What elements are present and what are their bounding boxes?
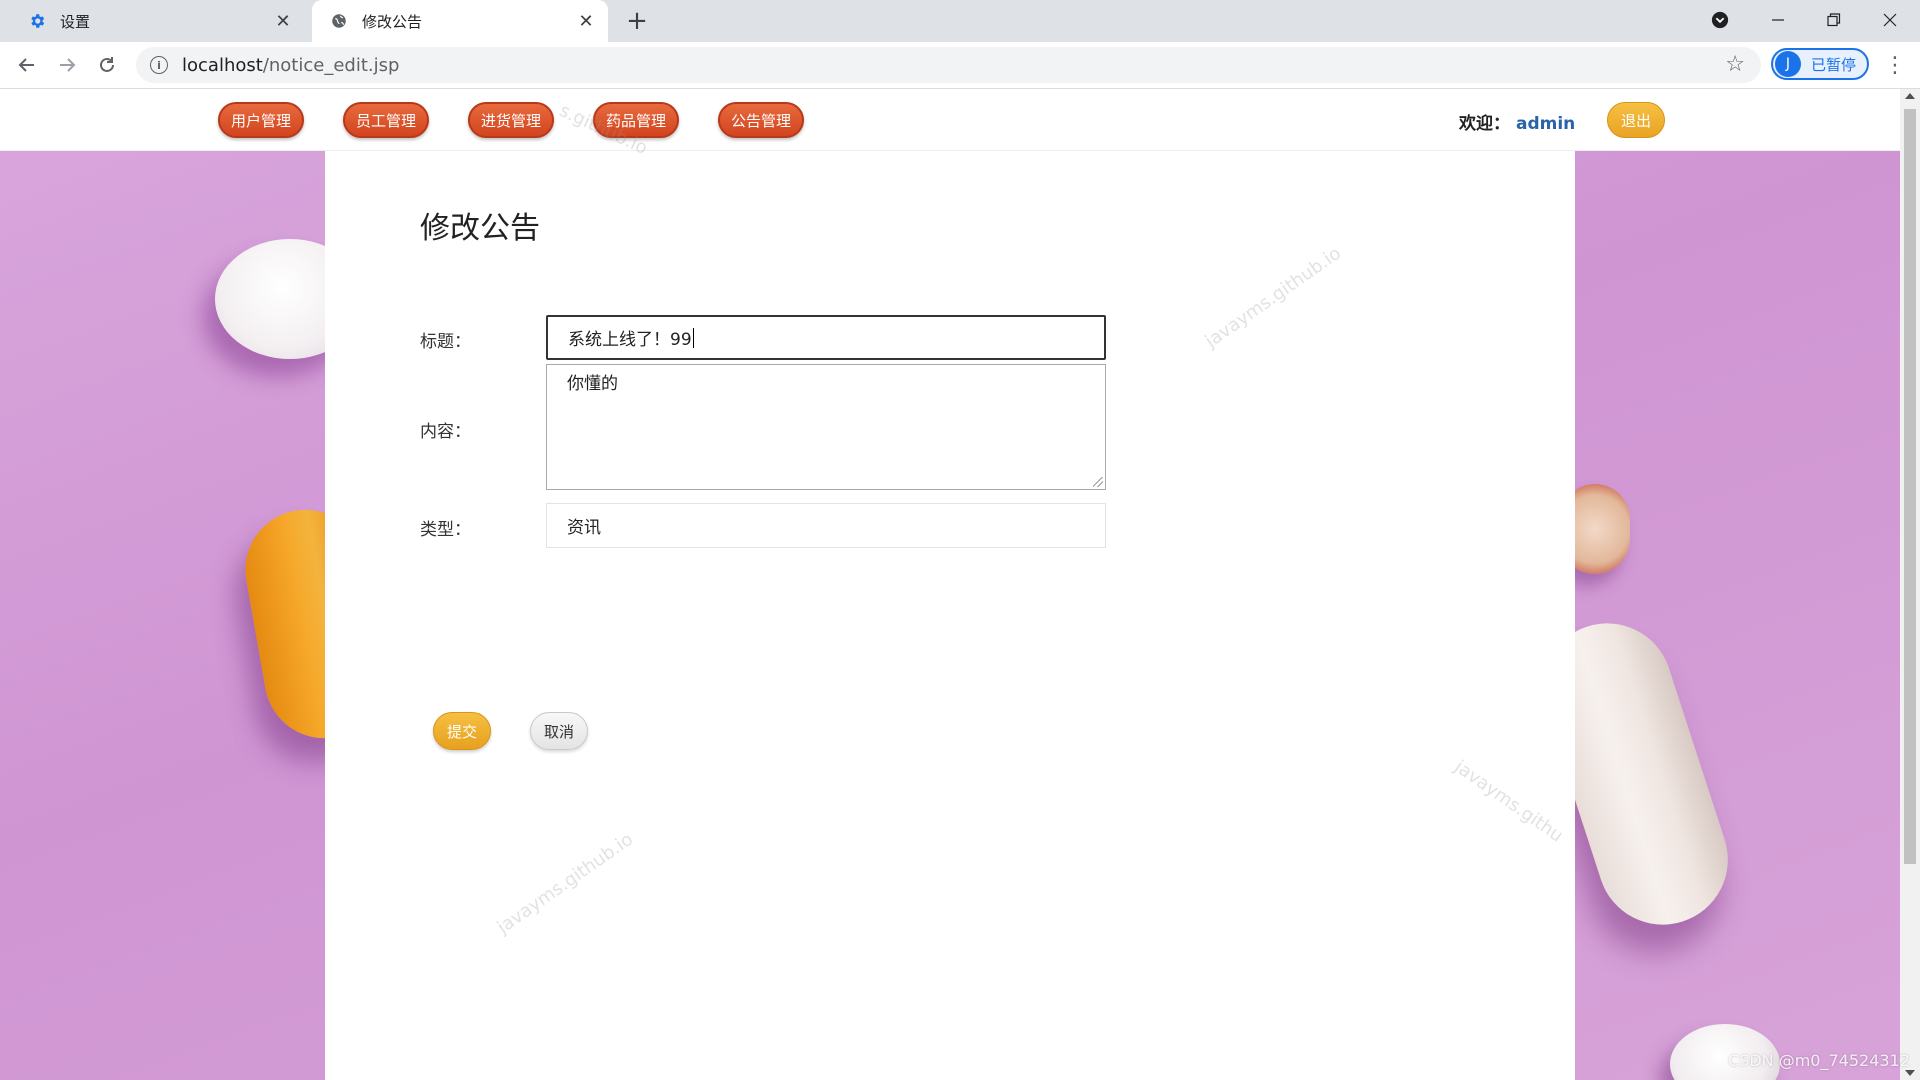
type-label: 类型： <box>420 520 471 540</box>
url-text: localhost/notice_edit.jsp <box>182 55 399 76</box>
tab-search-icon[interactable] <box>1700 4 1740 36</box>
gear-icon <box>26 10 48 32</box>
scroll-up-icon[interactable] <box>1905 93 1915 99</box>
resize-handle-icon[interactable] <box>1093 477 1103 487</box>
back-icon[interactable] <box>11 49 43 81</box>
tab-strip: 设置 ✕ 修改公告 ✕ + <box>0 0 1920 42</box>
submit-button[interactable]: 提交 <box>433 712 491 750</box>
reload-icon[interactable] <box>91 49 123 81</box>
more-menu-icon[interactable]: ⋮ <box>1880 50 1910 80</box>
close-tab-icon[interactable]: ✕ <box>574 9 598 33</box>
content-value: 你懂的 <box>567 374 618 394</box>
tab-notice-edit[interactable]: 修改公告 ✕ <box>312 0 608 42</box>
nav-notice-management-button[interactable]: 公告管理 <box>718 102 804 138</box>
restore-icon[interactable] <box>1814 4 1854 36</box>
close-tab-icon[interactable]: ✕ <box>271 9 295 33</box>
page-title: 修改公告 <box>420 211 540 246</box>
title-input[interactable]: 系统上线了！99 <box>546 315 1106 360</box>
address-bar[interactable]: i localhost/notice_edit.jsp ☆ <box>136 47 1761 83</box>
site-nav: 用户管理 员工管理 进货管理 药品管理 公告管理 s.github.io 欢迎：… <box>0 89 1900 159</box>
site-info-icon[interactable]: i <box>150 56 168 74</box>
nav-staff-management-button[interactable]: 员工管理 <box>343 102 429 138</box>
page-viewport: 修改公告 标题： 系统上线了！99 内容： 你懂的 类型： 资讯 提交 取消 j… <box>0 89 1900 1080</box>
url-path: /notice_edit.jsp <box>262 54 400 76</box>
nav-purchase-management-button[interactable]: 进货管理 <box>468 102 554 138</box>
content-panel: 修改公告 标题： 系统上线了！99 内容： 你懂的 类型： 资讯 提交 取消 j… <box>325 151 1575 1080</box>
text-caret <box>692 327 694 348</box>
tab-label: 修改公告 <box>362 12 423 31</box>
title-value: 系统上线了！99 <box>568 330 692 350</box>
title-label: 标题： <box>420 332 471 352</box>
avatar: J <box>1775 51 1801 77</box>
scrollbar-thumb[interactable] <box>1904 109 1916 864</box>
tab-label: 设置 <box>60 12 91 31</box>
content-label: 内容： <box>420 422 471 442</box>
close-window-icon[interactable] <box>1870 4 1910 36</box>
profile-status: 已暂停 <box>1811 55 1857 74</box>
welcome-text: 欢迎： admin <box>1459 109 1575 134</box>
browser-toolbar: i localhost/notice_edit.jsp ☆ J 已暂停 ⋮ <box>0 42 1920 89</box>
cancel-button[interactable]: 取消 <box>530 712 588 750</box>
username-link[interactable]: admin <box>1516 114 1575 134</box>
globe-icon <box>328 10 350 32</box>
type-value: 资讯 <box>567 518 601 538</box>
tab-settings[interactable]: 设置 ✕ <box>10 0 305 42</box>
bookmark-star-icon[interactable]: ☆ <box>1725 52 1745 77</box>
welcome-label: 欢迎： <box>1459 114 1510 134</box>
logout-button[interactable]: 退出 <box>1607 102 1665 138</box>
csdn-watermark: CSDN @m0_74524312 <box>1728 1051 1910 1070</box>
forward-icon[interactable] <box>51 49 83 81</box>
minimize-icon[interactable] <box>1758 4 1798 36</box>
nav-user-management-button[interactable]: 用户管理 <box>218 102 304 138</box>
scroll-down-icon[interactable] <box>1905 1070 1915 1076</box>
new-tab-icon[interactable]: + <box>622 6 652 36</box>
url-host: localhost <box>182 54 263 76</box>
profile-button[interactable]: J 已暂停 <box>1771 48 1869 80</box>
vertical-scrollbar[interactable] <box>1900 89 1920 1080</box>
watermark: javayms.github.io <box>493 828 637 939</box>
content-textarea[interactable]: 你懂的 <box>546 364 1106 490</box>
watermark: javayms.githu <box>1450 756 1567 847</box>
type-field[interactable]: 资讯 <box>546 503 1106 548</box>
watermark: javayms.github.io <box>1201 242 1345 353</box>
